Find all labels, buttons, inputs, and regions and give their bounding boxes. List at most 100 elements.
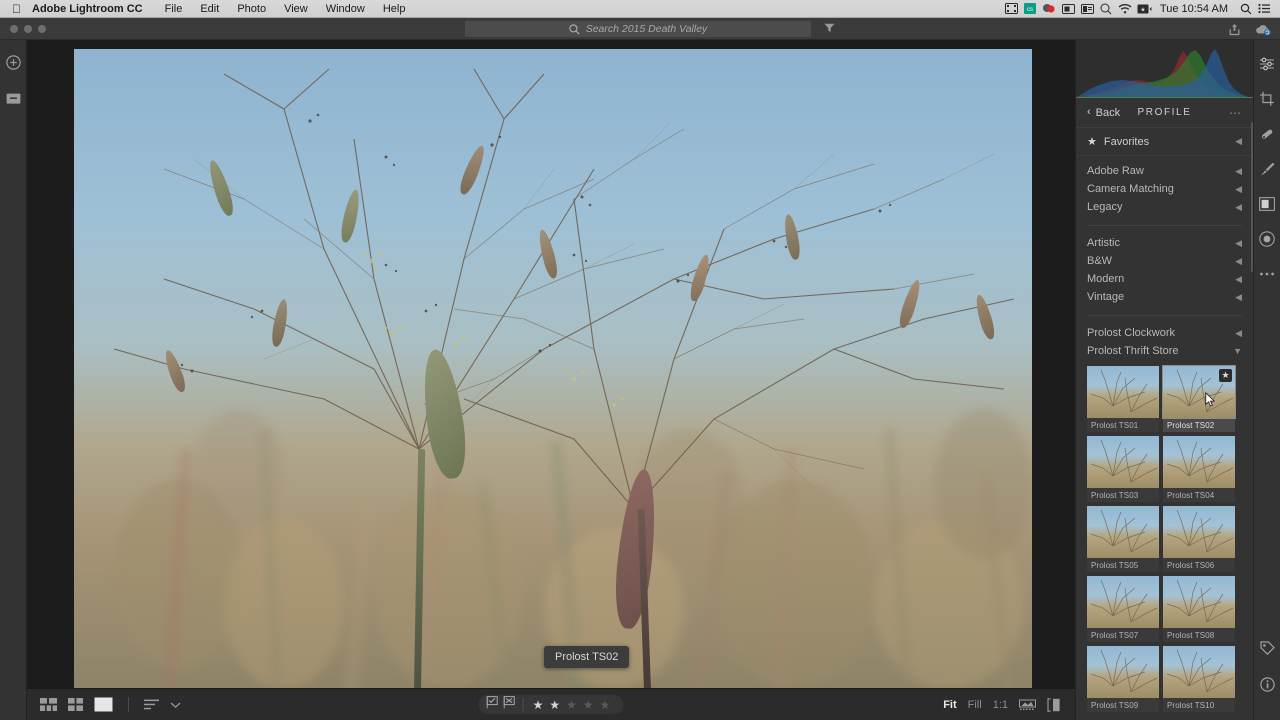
- menu-bar-clock[interactable]: Tue 10:54 AM: [1155, 3, 1235, 15]
- group-adobe-raw[interactable]: Adobe Raw ◀: [1076, 162, 1253, 180]
- profile-card[interactable]: Prolost TS05: [1087, 506, 1159, 572]
- profile-card[interactable]: Prolost TS10: [1163, 646, 1235, 712]
- profile-card[interactable]: Prolost TS07: [1087, 576, 1159, 642]
- radial-gradient-icon[interactable]: [1257, 229, 1277, 249]
- flag-pick-icon[interactable]: [486, 695, 499, 714]
- profile-card-selected[interactable]: ★ Prolost TS02: [1162, 365, 1236, 432]
- keyboard-input-icon[interactable]: ★: [1136, 2, 1153, 15]
- battery-meter-icon[interactable]: [1079, 2, 1096, 15]
- profile-preview[interactable]: [1087, 436, 1159, 488]
- search-input[interactable]: Search 2015 Death Valley: [465, 21, 811, 37]
- chevron-left-icon[interactable]: ◀: [1235, 238, 1242, 249]
- photo-canvas[interactable]: Prolost TS02: [27, 40, 1075, 690]
- cloud-sync-icon[interactable]: [1255, 23, 1272, 36]
- menu-item-file[interactable]: File: [156, 3, 192, 15]
- profile-preview[interactable]: [1163, 506, 1235, 558]
- filmstrip-icon[interactable]: [1019, 699, 1036, 711]
- chevron-left-icon[interactable]: ◀: [1235, 202, 1242, 213]
- spotlight-mini-icon[interactable]: [1098, 2, 1115, 15]
- group-prolost-thrift-store[interactable]: Prolost Thrift Store ▼: [1076, 342, 1253, 360]
- profile-preview[interactable]: [1163, 436, 1235, 488]
- chevron-left-icon[interactable]: ◀: [1235, 184, 1242, 195]
- display-icon[interactable]: [1060, 2, 1077, 15]
- edit-sliders-icon[interactable]: [1257, 54, 1277, 74]
- spotlight-search-icon[interactable]: [1237, 2, 1254, 15]
- chevron-down-icon[interactable]: [170, 701, 181, 709]
- group-legacy[interactable]: Legacy ◀: [1076, 198, 1253, 216]
- library-icon[interactable]: [3, 88, 23, 108]
- menu-item-photo[interactable]: Photo: [228, 3, 275, 15]
- window-maximize-button[interactable]: [38, 24, 46, 33]
- star-2[interactable]: ★: [549, 699, 560, 711]
- screen-recording-icon[interactable]: [1003, 2, 1020, 15]
- star-1[interactable]: ★: [533, 699, 544, 711]
- main-photo[interactable]: [74, 49, 1032, 690]
- chevron-left-icon[interactable]: ◀: [1235, 136, 1242, 147]
- profile-preview[interactable]: [1163, 646, 1235, 698]
- profile-card[interactable]: Prolost TS06: [1163, 506, 1235, 572]
- control-center-icon[interactable]: [1256, 2, 1273, 15]
- detail-grid-icon[interactable]: [40, 698, 57, 711]
- info-icon[interactable]: [1258, 674, 1278, 694]
- profile-preview[interactable]: [1087, 366, 1159, 418]
- star-3[interactable]: ★: [566, 699, 577, 711]
- menu-item-edit[interactable]: Edit: [191, 3, 228, 15]
- group-vintage[interactable]: Vintage ◀: [1076, 288, 1253, 306]
- share-icon[interactable]: [1228, 23, 1241, 36]
- sort-icon[interactable]: [144, 699, 159, 710]
- menu-item-help[interactable]: Help: [374, 3, 415, 15]
- star-rating[interactable]: ★ ★ ★ ★ ★: [524, 699, 621, 711]
- keywords-tag-icon[interactable]: [1258, 638, 1278, 658]
- add-photos-icon[interactable]: [3, 52, 23, 72]
- grid-icon[interactable]: [68, 698, 83, 711]
- zoom-fit-button[interactable]: Fit: [943, 699, 956, 711]
- profile-card[interactable]: Prolost TS03: [1087, 436, 1159, 502]
- single-photo-icon[interactable]: [94, 697, 113, 712]
- menu-item-view[interactable]: View: [275, 3, 317, 15]
- profile-card[interactable]: Prolost TS08: [1163, 576, 1235, 642]
- profile-preview[interactable]: [1087, 646, 1159, 698]
- flag-reject-icon[interactable]: [503, 695, 516, 714]
- wifi-icon[interactable]: [1117, 2, 1134, 15]
- star-5[interactable]: ★: [600, 699, 611, 711]
- chevron-down-icon[interactable]: ▼: [1233, 346, 1242, 356]
- favorites-row[interactable]: ★ Favorites ◀: [1076, 128, 1253, 156]
- chevron-left-icon[interactable]: ◀: [1235, 328, 1242, 339]
- more-options-icon[interactable]: [1257, 264, 1277, 284]
- profile-preview[interactable]: ★: [1162, 365, 1236, 419]
- profile-card[interactable]: Prolost TS01: [1087, 366, 1159, 432]
- profile-preview[interactable]: [1087, 506, 1159, 558]
- chevron-left-icon[interactable]: ◀: [1235, 274, 1242, 285]
- apple-logo-icon[interactable]: : [0, 3, 32, 15]
- before-after-icon[interactable]: [1047, 697, 1061, 712]
- back-button[interactable]: ‹ Back: [1087, 107, 1120, 119]
- crop-icon[interactable]: [1257, 89, 1277, 109]
- profile-preview[interactable]: [1087, 576, 1159, 628]
- profile-card[interactable]: Prolost TS04: [1163, 436, 1235, 502]
- color-wheel-icon[interactable]: [1041, 2, 1058, 15]
- histogram[interactable]: [1076, 40, 1253, 98]
- linear-gradient-icon[interactable]: [1257, 194, 1277, 214]
- profile-card[interactable]: Prolost TS09: [1087, 646, 1159, 712]
- profile-preview[interactable]: [1163, 576, 1235, 628]
- group-camera-matching[interactable]: Camera Matching ◀: [1076, 180, 1253, 198]
- zoom-fill-button[interactable]: Fill: [968, 699, 982, 711]
- menu-item-window[interactable]: Window: [317, 3, 374, 15]
- group-modern[interactable]: Modern ◀: [1076, 270, 1253, 288]
- menu-app-name[interactable]: Adobe Lightroom CC: [32, 3, 156, 15]
- chevron-left-icon[interactable]: ◀: [1235, 166, 1242, 177]
- favorite-toggle-icon[interactable]: ★: [1219, 369, 1232, 382]
- window-close-button[interactable]: [10, 24, 18, 33]
- group-artistic[interactable]: Artistic ◀: [1076, 234, 1253, 252]
- group-bw[interactable]: B&W ◀: [1076, 252, 1253, 270]
- star-4[interactable]: ★: [583, 699, 594, 711]
- group-prolost-clockwork[interactable]: Prolost Clockwork ◀: [1076, 324, 1253, 342]
- dropbox-icon[interactable]: cs: [1022, 2, 1039, 15]
- more-options-icon[interactable]: ⋯: [1229, 107, 1242, 119]
- filter-button[interactable]: [820, 21, 838, 37]
- chevron-left-icon[interactable]: ◀: [1235, 256, 1242, 267]
- brush-icon[interactable]: [1257, 159, 1277, 179]
- healing-brush-icon[interactable]: [1257, 124, 1277, 144]
- window-minimize-button[interactable]: [24, 24, 32, 33]
- zoom-1to1-button[interactable]: 1:1: [993, 699, 1008, 711]
